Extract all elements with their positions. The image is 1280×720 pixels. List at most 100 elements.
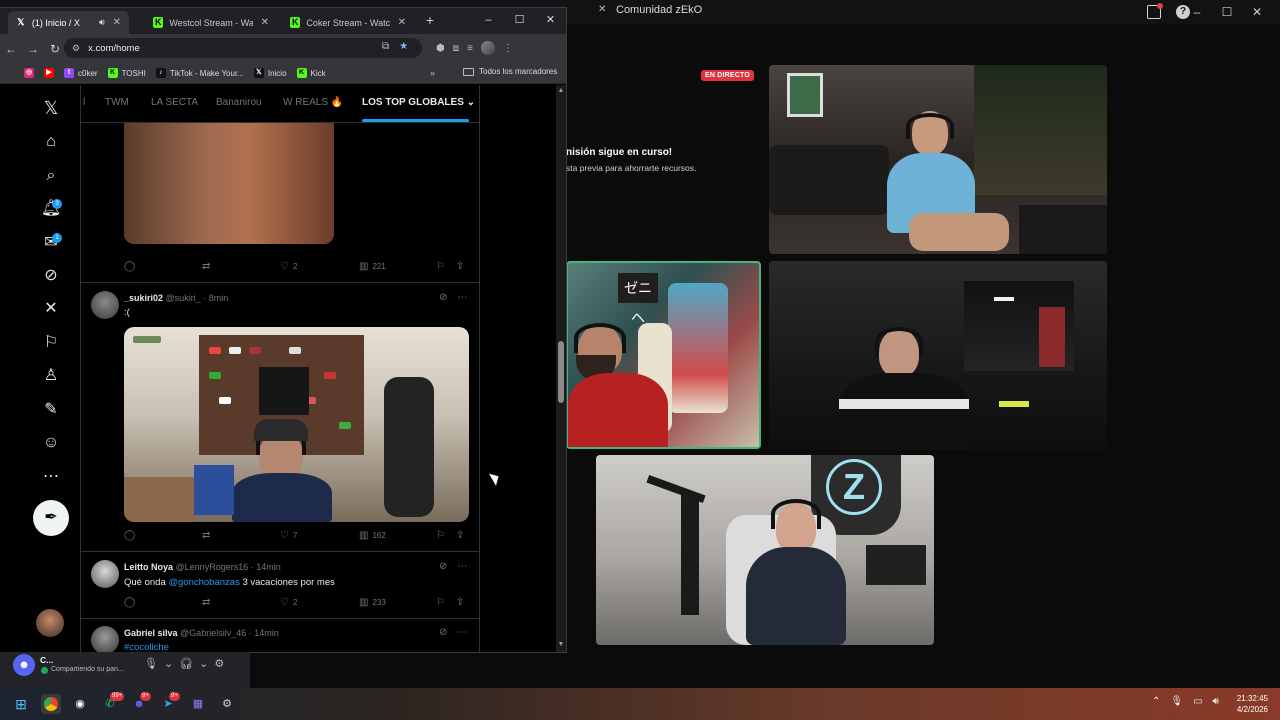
- steam-taskbar-icon[interactable]: ⚙: [217, 694, 237, 714]
- tweet-author-handle[interactable]: @LennyRogers16 · 14min: [176, 562, 281, 572]
- tweet-author-avatar[interactable]: [91, 626, 119, 652]
- tab-westcol[interactable]: K Westcol Stream - Watch ✕: [145, 11, 277, 34]
- compose-post-button[interactable]: ✒: [33, 500, 69, 536]
- hashtag-link[interactable]: #cocoliche: [124, 642, 169, 652]
- search-icon[interactable]: ⌕: [40, 165, 62, 187]
- screen-share-icon[interactable]: [1147, 3, 1163, 19]
- views-button[interactable]: ▥ 221: [359, 261, 386, 272]
- grok-explain-icon[interactable]: ⊘: [439, 627, 447, 638]
- bookmark-button[interactable]: ⚐: [436, 530, 445, 541]
- taskbar-clock[interactable]: 21:32:45 4/2/2026: [1230, 693, 1268, 715]
- x-logo-icon[interactable]: 𝕏: [40, 97, 62, 119]
- scroll-down-arrow[interactable]: ▼: [557, 641, 565, 648]
- discord-logo-icon[interactable]: ☻: [13, 654, 35, 676]
- views-button[interactable]: ▥ 162: [359, 530, 386, 541]
- all-bookmarks-button[interactable]: Todos los marcadores: [463, 67, 557, 76]
- grok-icon[interactable]: ⊘: [40, 265, 62, 287]
- site-info-icon[interactable]: ⚙: [72, 43, 80, 54]
- minimize-button[interactable]: –: [473, 8, 504, 32]
- chrome-menu-icon[interactable]: ⋮: [503, 43, 513, 54]
- scrollbar-thumb[interactable]: [558, 341, 564, 403]
- views-button[interactable]: ▥ 233: [359, 597, 386, 608]
- chevron-down-icon[interactable]: ⌄: [164, 657, 173, 670]
- shield-extension-icon[interactable]: ⬢: [436, 43, 445, 54]
- scroll-up-arrow[interactable]: ▲: [557, 87, 565, 94]
- grok-explain-icon[interactable]: ⊘: [439, 561, 447, 572]
- more-icon[interactable]: ⋯: [40, 466, 62, 488]
- chrome-taskbar-icon[interactable]: [41, 694, 61, 714]
- like-button[interactable]: ♡ 7: [280, 530, 297, 541]
- bookmarks-icon[interactable]: ⚐: [40, 332, 62, 354]
- mention-link[interactable]: @gonchobanzas: [168, 577, 239, 588]
- back-icon[interactable]: ←: [0, 38, 22, 60]
- tweet-hashtag[interactable]: #cocoliche: [124, 642, 169, 652]
- reply-button[interactable]: ◯: [124, 597, 139, 608]
- close-tab-icon[interactable]: ✕: [398, 17, 406, 28]
- reply-button[interactable]: ◯: [124, 261, 139, 272]
- tab-list-truncated[interactable]: l: [83, 97, 85, 108]
- obs-taskbar-icon[interactable]: ◉: [70, 694, 90, 714]
- premium-x-icon[interactable]: ✕: [40, 298, 62, 320]
- retweet-button[interactable]: ⇄: [202, 261, 214, 272]
- tab-x-home[interactable]: 𝕏 (1) Inicio / X 🔊︎ ✕: [8, 11, 129, 34]
- network-icon[interactable]: ▭: [1193, 696, 1202, 707]
- new-tab-button[interactable]: +: [423, 13, 437, 27]
- tweet-media-image[interactable]: [124, 123, 334, 244]
- close-tab-icon[interactable]: ✕: [261, 17, 269, 28]
- minimize-button[interactable]: –: [1182, 3, 1212, 21]
- like-button[interactable]: ♡ 2: [280, 261, 297, 272]
- jobs-icon[interactable]: ♙: [40, 365, 62, 387]
- grok-explain-icon[interactable]: ⊘: [439, 292, 447, 303]
- communities-icon[interactable]: ✎: [40, 399, 62, 421]
- profile-avatar[interactable]: [480, 41, 495, 55]
- share-button[interactable]: ⇪: [456, 261, 464, 272]
- media-control-icon[interactable]: ≡: [467, 43, 473, 54]
- chevron-down-icon[interactable]: ⌄: [199, 657, 208, 670]
- volume-icon[interactable]: 🔊︎: [1213, 696, 1219, 707]
- bookmark-instagram[interactable]: ◎: [24, 68, 34, 78]
- bookmark-x-inicio[interactable]: 𝕏 Inicio: [253, 68, 287, 78]
- home-icon[interactable]: ⌂: [40, 131, 62, 153]
- tweet-author-avatar[interactable]: [91, 560, 119, 588]
- tab-los-top-globales[interactable]: LOS TOP GLOBALES ⌄: [362, 97, 475, 108]
- tweet-author-name[interactable]: Gabriel silva: [124, 628, 178, 638]
- more-options-icon[interactable]: ⋯: [457, 627, 467, 638]
- app-grid-taskbar-icon[interactable]: ▦: [188, 694, 208, 714]
- like-button[interactable]: ♡ 2: [280, 597, 297, 608]
- stream-tile-active-speaker[interactable]: ゼニヘ: [566, 261, 761, 449]
- tweet-author-handle[interactable]: @sukiri_ · 8min: [166, 293, 229, 303]
- tweet-author-name[interactable]: Leitto Noya: [124, 562, 173, 572]
- tab-bananirou[interactable]: Bananirou: [216, 97, 262, 108]
- bookmark-button[interactable]: ⚐: [436, 261, 445, 272]
- speaker-icon[interactable]: 🔊︎: [99, 17, 105, 28]
- cast-icon[interactable]: ⧉: [382, 41, 389, 52]
- tab-la-secta[interactable]: LA SECTA: [151, 97, 198, 108]
- microphone-icon[interactable]: 🎙︎: [144, 657, 158, 670]
- stream-tile[interactable]: Z: [596, 455, 934, 645]
- share-button[interactable]: ⇪: [456, 597, 464, 608]
- windows-start-icon[interactable]: ⊞: [11, 694, 31, 714]
- tweet-author-handle[interactable]: @Gabrielsilv_46 · 14min: [180, 628, 279, 638]
- bookmark-star-icon[interactable]: ★: [399, 41, 408, 52]
- maximize-button[interactable]: ☐: [504, 8, 535, 32]
- close-window-button[interactable]: ✕: [535, 8, 566, 32]
- bookmark-youtube[interactable]: ▶: [44, 68, 54, 78]
- tray-microphone-icon[interactable]: 🎙︎: [1170, 696, 1183, 707]
- close-tab-icon[interactable]: ✕: [113, 17, 121, 28]
- stream-tile[interactable]: [769, 65, 1107, 254]
- tweet-author-name[interactable]: _sukiri02: [124, 293, 163, 303]
- bookmarks-overflow-button[interactable]: »: [430, 68, 435, 78]
- close-button[interactable]: ✕: [1242, 3, 1272, 21]
- profile-icon[interactable]: ☺: [40, 432, 62, 454]
- stream-tile[interactable]: [769, 261, 1107, 450]
- account-avatar[interactable]: [36, 609, 64, 637]
- tab-twm[interactable]: TWM: [105, 97, 129, 108]
- tray-overflow-chevron-icon[interactable]: ⌃: [1152, 696, 1160, 707]
- more-options-icon[interactable]: ⋯: [457, 292, 467, 303]
- bookmark-kick[interactable]: K Kick: [296, 68, 326, 78]
- bookmark-tiktok[interactable]: ♪ TikTok - Make Your...: [155, 68, 244, 78]
- retweet-button[interactable]: ⇄: [202, 597, 214, 608]
- bookmark-c0ker[interactable]: t c0ker: [64, 68, 98, 78]
- share-button[interactable]: ⇪: [456, 530, 464, 541]
- chevron-down-icon[interactable]: ⌄: [467, 97, 475, 108]
